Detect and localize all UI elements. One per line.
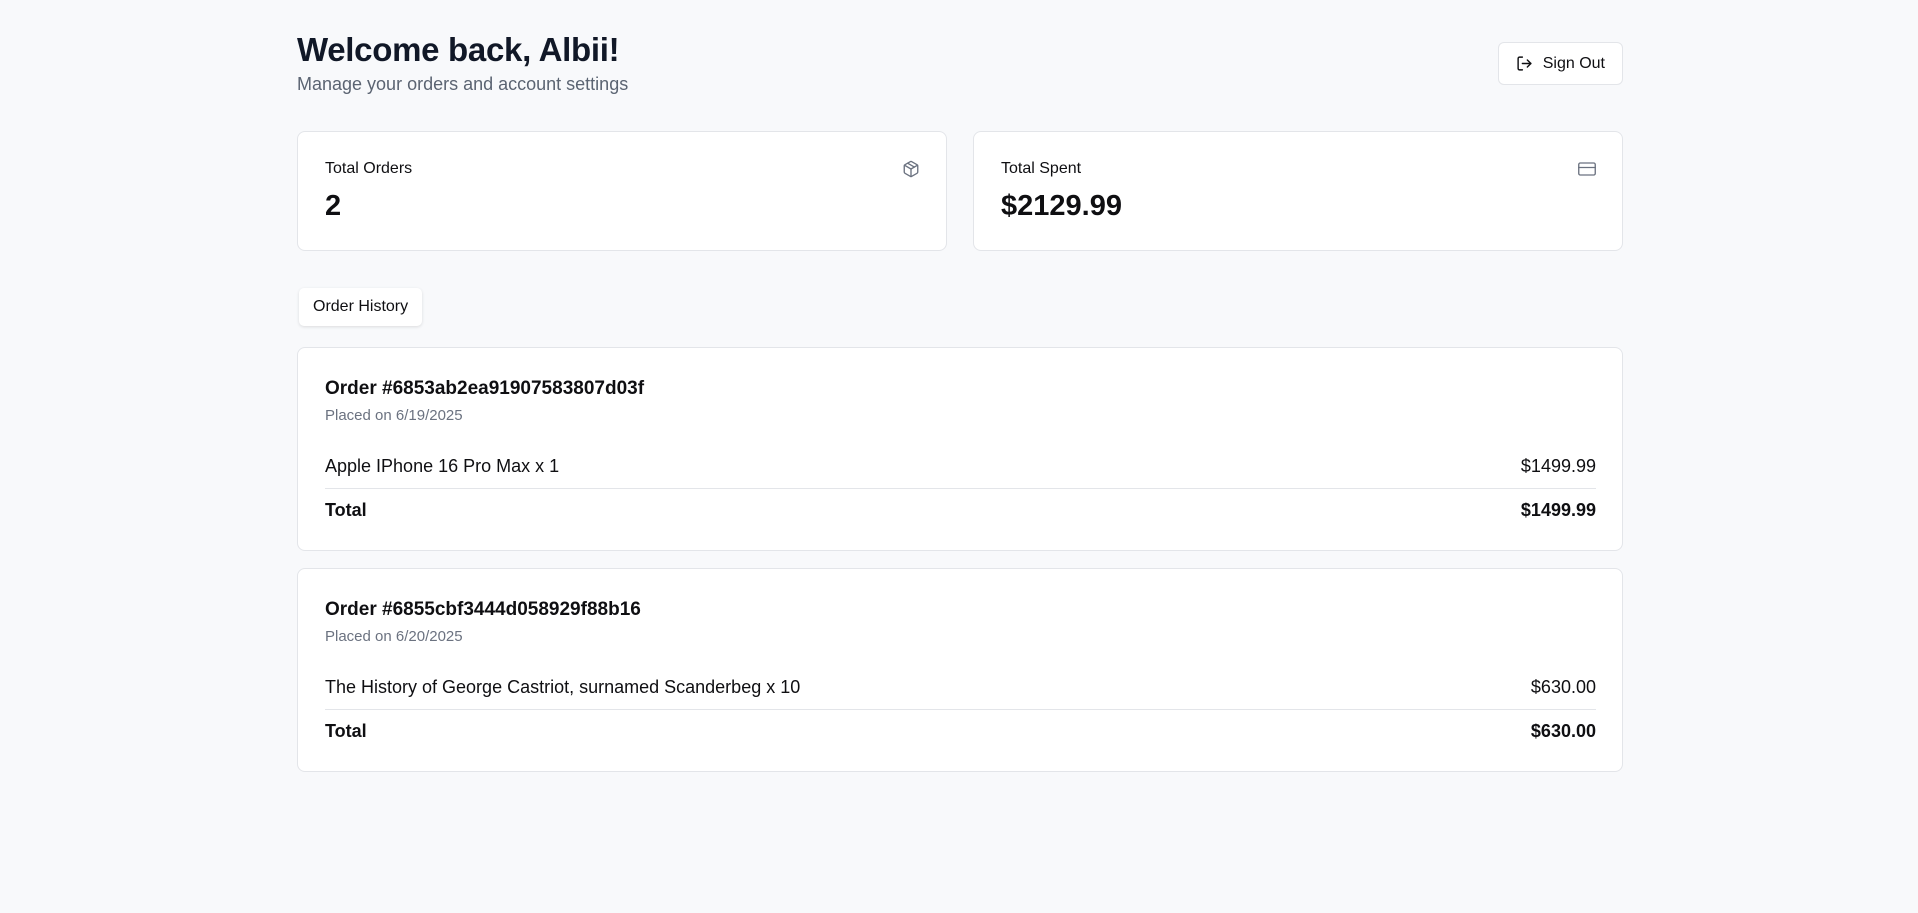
order-date: Placed on 6/19/2025	[325, 407, 463, 424]
page-title: Welcome back, Albii!	[297, 31, 620, 68]
order-item-price: $630.00	[1530, 677, 1596, 697]
order-total-value: $630.00	[1530, 721, 1596, 741]
order-title: Order #6855cbf3444d058929f88b16	[325, 599, 641, 620]
order-item-row: Apple IPhone 16 Pro Max x 1 $1499.99	[325, 456, 1596, 477]
sign-out-button[interactable]: Sign Out	[1497, 42, 1623, 85]
total-spent-value: $2129.99	[1001, 190, 1122, 222]
total-orders-value: 2	[325, 190, 342, 222]
divider	[325, 488, 1596, 489]
page-header: Welcome back, Albii! Manage your orders …	[297, 0, 1623, 131]
total-spent-label: Total Spent	[1001, 160, 1082, 177]
order-item-name: The History of George Castriot, surnamed…	[325, 677, 801, 697]
total-spent-card: Total Spent $2129.99	[973, 131, 1623, 251]
package-icon	[902, 160, 920, 178]
order-item-price: $1499.99	[1520, 456, 1596, 476]
total-orders-card: Total Orders 2	[297, 131, 947, 251]
order-card: Order #6855cbf3444d058929f88b16 Placed o…	[297, 568, 1623, 772]
order-card: Order #6853ab2ea91907583807d03f Placed o…	[297, 347, 1623, 551]
credit-card-icon	[1578, 160, 1596, 178]
order-title: Order #6853ab2ea91907583807d03f	[325, 378, 645, 399]
dashboard: Welcome back, Albii! Manage your orders …	[297, 0, 1623, 772]
order-total-label: Total	[325, 721, 367, 741]
order-item-name: Apple IPhone 16 Pro Max x 1	[325, 456, 560, 476]
tab-list: Order History	[299, 288, 423, 326]
order-total-value: $1499.99	[1520, 500, 1596, 520]
sign-out-label: Sign Out	[1542, 54, 1605, 72]
order-total-label: Total	[325, 500, 367, 520]
tab-order-history[interactable]: Order History	[299, 288, 423, 326]
order-date: Placed on 6/20/2025	[325, 628, 463, 645]
order-list: Order #6853ab2ea91907583807d03f Placed o…	[297, 347, 1623, 789]
divider	[325, 709, 1596, 710]
order-total-row: Total $630.00	[325, 721, 1596, 742]
total-orders-label: Total Orders	[325, 160, 413, 177]
order-total-row: Total $1499.99	[325, 500, 1596, 521]
stats-row: Total Orders 2 Total Spent $2129.99	[297, 131, 1623, 251]
order-item-row: The History of George Castriot, surnamed…	[325, 677, 1596, 698]
page-subtitle: Manage your orders and account settings	[297, 74, 629, 94]
log-out-icon	[1516, 55, 1533, 72]
